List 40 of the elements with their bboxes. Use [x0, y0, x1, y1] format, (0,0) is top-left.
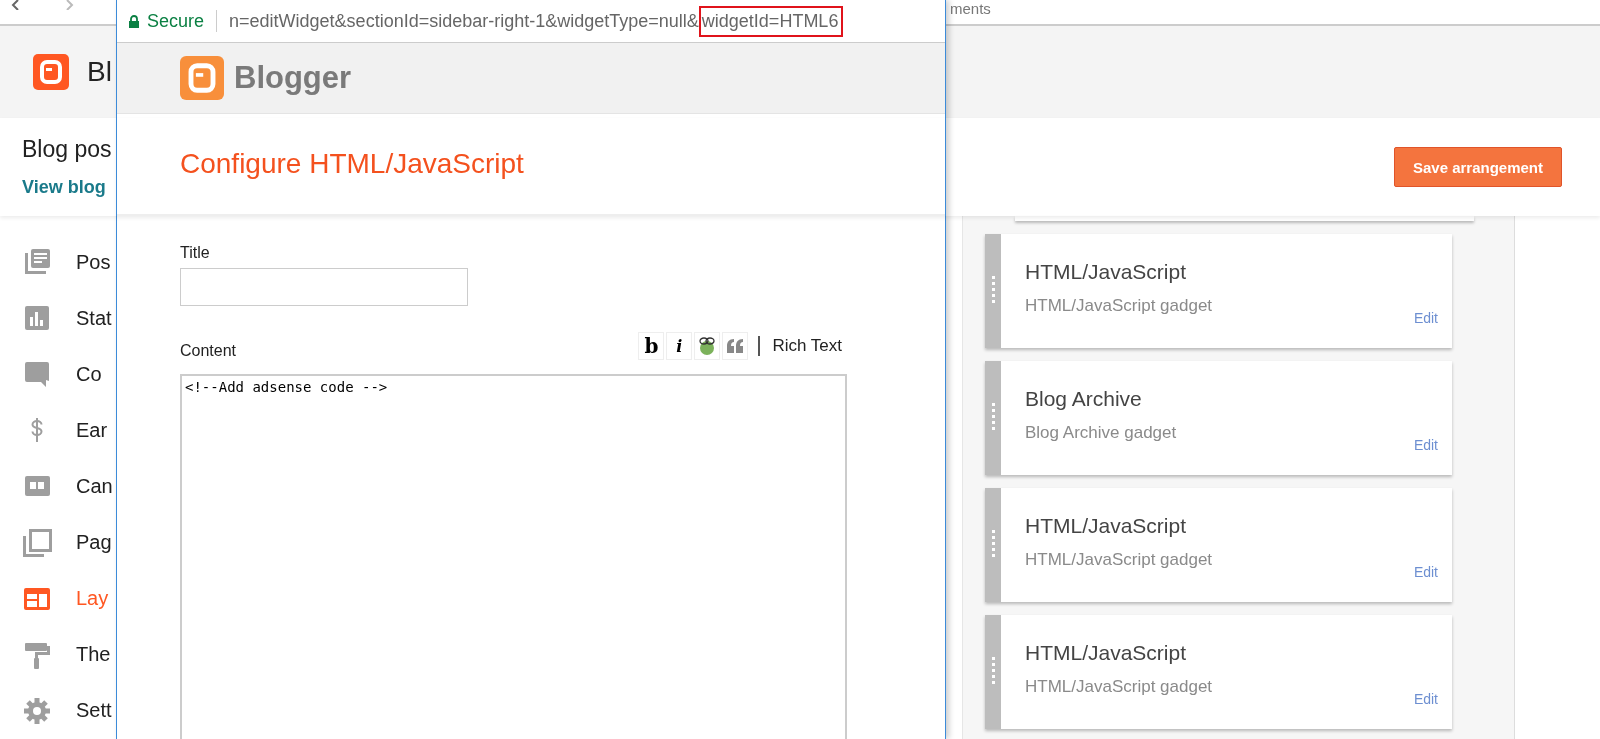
- content-field[interactable]: <!--Add adsense code -->: [180, 374, 847, 739]
- lock-icon: [129, 14, 139, 28]
- gadget-card[interactable]: Blog Archive Blog Archive gadget Edit: [985, 361, 1452, 475]
- globe-link-icon: [698, 336, 717, 356]
- content-label: Content: [180, 342, 237, 360]
- gadget-title: HTML/JavaScript: [1025, 260, 1188, 284]
- tab-title: ments: [950, 0, 991, 17]
- drag-handle[interactable]: [985, 361, 1001, 475]
- drag-handle[interactable]: [985, 488, 1001, 602]
- blogger-logo-icon: [180, 56, 224, 100]
- gadget-description: Blog Archive gadget: [1025, 423, 1178, 443]
- bold-button[interactable]: b: [638, 332, 665, 360]
- secure-label: Secure: [147, 10, 205, 32]
- brand-name: Bl: [87, 56, 112, 88]
- highlighted-url-text: widgetId=HTML6: [698, 5, 844, 37]
- quote-icon: [726, 339, 745, 353]
- view-blog-link[interactable]: View blog: [22, 177, 112, 198]
- blogger-logo-icon: [33, 54, 69, 90]
- link-button[interactable]: [694, 332, 721, 360]
- gadget-card[interactable]: HTML/JavaScript HTML/JavaScript gadget Edit: [985, 488, 1452, 602]
- gadget-description: HTML/JavaScript gadget: [1025, 550, 1214, 570]
- dialog-title: Configure HTML/JavaScript: [117, 114, 945, 216]
- drag-handle[interactable]: [985, 615, 1001, 729]
- gadget-title: HTML/JavaScript: [1025, 514, 1188, 538]
- brand-name: Blogger: [234, 60, 352, 96]
- gadget-card[interactable]: HTML/JavaScript HTML/JavaScript gadget Edit: [985, 234, 1452, 348]
- settings-icon: [22, 695, 52, 726]
- gadget-card[interactable]: HTML/JavaScript HTML/JavaScript gadget Edit: [985, 615, 1452, 729]
- italic-button[interactable]: i: [666, 332, 693, 360]
- rich-text-link[interactable]: Rich Text: [772, 336, 842, 356]
- pages-icon: [22, 527, 52, 558]
- title-label: Title: [180, 244, 211, 262]
- drag-handle[interactable]: [985, 234, 1001, 348]
- gadget-description: HTML/JavaScript gadget: [1025, 677, 1214, 697]
- title-field[interactable]: [180, 268, 468, 306]
- gadget-title: Blog Archive: [1025, 387, 1143, 411]
- gadget-title: HTML/JavaScript: [1025, 641, 1188, 665]
- page-title: Blog pos: [22, 136, 112, 163]
- url-text[interactable]: n=editWidget&sectionId=sidebar-right-1&widgetType=null&: [229, 10, 699, 32]
- gadget-description: HTML/JavaScript gadget: [1025, 296, 1214, 316]
